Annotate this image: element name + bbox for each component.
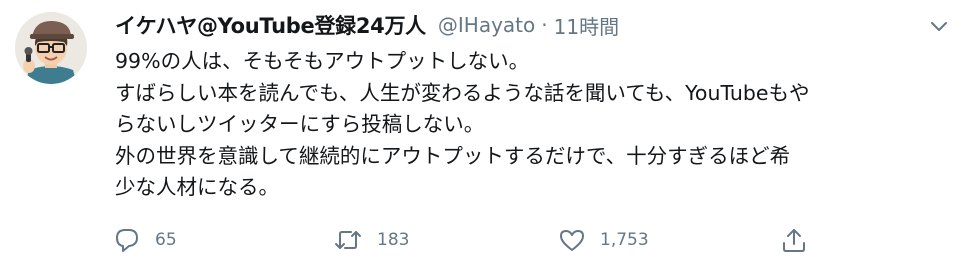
tweet-actions: 65 183 1,753 xyxy=(0,222,969,258)
speech-bubble-icon xyxy=(116,229,138,252)
like-button[interactable]: 1,753 xyxy=(558,222,649,258)
share-button[interactable] xyxy=(780,222,808,258)
tweet-text-line: 外の世界を意識して継続的にアウトプットするだけで、十分すぎるほど希 xyxy=(115,143,791,168)
tweet-header: イケハヤ@YouTube登録24万人 @IHayato · 11時間 xyxy=(115,10,619,40)
chevron-down-icon xyxy=(931,22,947,31)
tweet-text-line: すばらしい本を読んでも、人生が変わるような話を聞いても、YouTubeもや xyxy=(115,80,810,105)
author-name[interactable]: イケハヤ@YouTube登録24万人 xyxy=(115,10,426,40)
avatar[interactable] xyxy=(15,12,87,84)
reply-button[interactable]: 65 xyxy=(113,222,177,258)
retweet-button[interactable]: 183 xyxy=(333,222,409,258)
tweet-text: 99%の人は、そもそもアウトプットしない。 すばらしい本を読んでも、人生が変わる… xyxy=(115,46,945,204)
tweet-text-line: 少な人材になる。 xyxy=(115,175,279,199)
tweet-text-line: 99%の人は、そもそもアウトプットしない。 xyxy=(115,49,530,73)
retweet-count: 183 xyxy=(377,230,410,250)
tweet-text-line: らないしツイッターにすら投稿しない。 xyxy=(115,112,485,136)
share-upload-icon xyxy=(783,229,805,252)
heart-icon xyxy=(560,230,584,251)
retweet-arrows-icon xyxy=(335,231,361,249)
reply-count: 65 xyxy=(155,230,177,250)
separator-dot: · xyxy=(541,13,548,37)
timestamp[interactable]: 11時間 xyxy=(554,11,619,40)
avatar-illustration xyxy=(15,12,87,84)
like-count: 1,753 xyxy=(600,230,649,250)
tweet-card[interactable]: イケハヤ@YouTube登録24万人 @IHayato · 11時間 99%の人… xyxy=(0,0,969,264)
author-handle[interactable]: @IHayato xyxy=(438,13,535,37)
more-options-button[interactable] xyxy=(926,16,952,36)
